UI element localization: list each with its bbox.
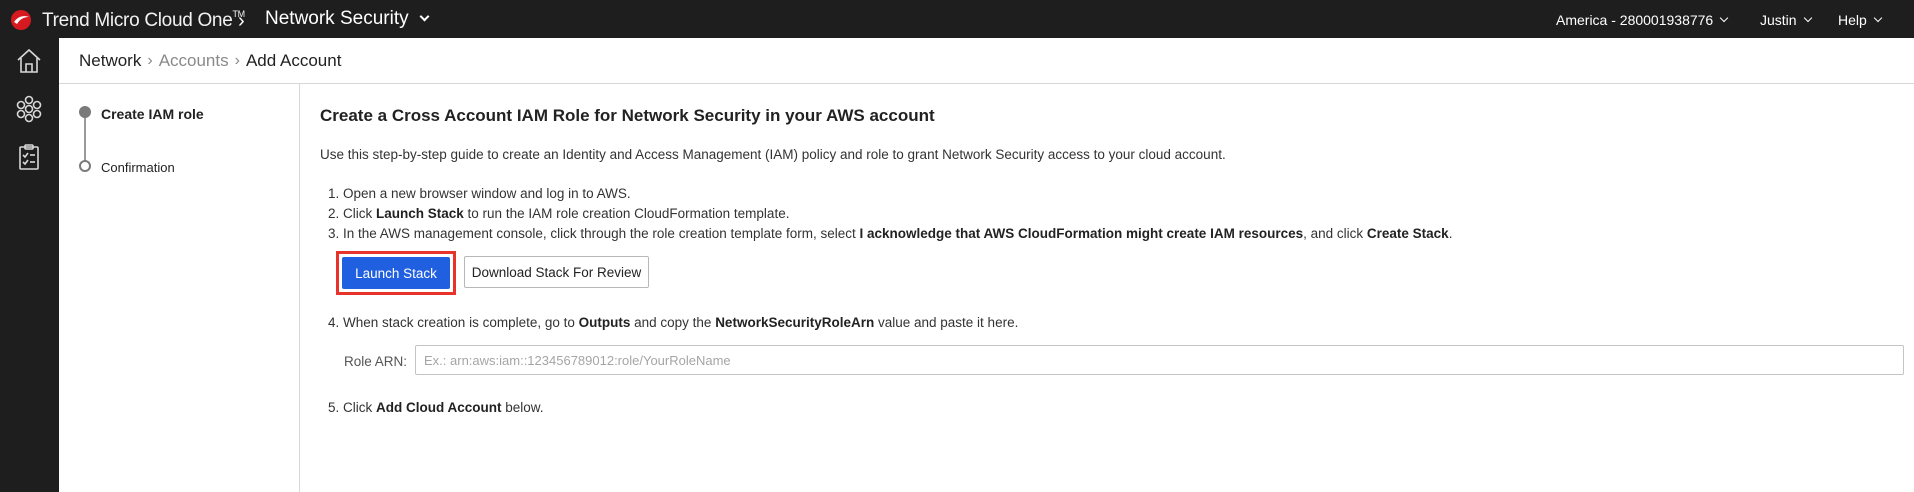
- breadcrumb-network[interactable]: Network: [79, 51, 141, 71]
- breadcrumb-separator: ›: [234, 51, 240, 69]
- step-confirmation[interactable]: Confirmation: [101, 160, 175, 175]
- chevron-down-icon: [1873, 13, 1883, 22]
- wizard-steps: Create IAM role Confirmation: [59, 84, 300, 492]
- product-switcher[interactable]: Network Security: [265, 8, 430, 30]
- step-indicator-active: [79, 106, 91, 118]
- instruction-step-5: 5. Click Add Cloud Account below.: [328, 400, 544, 415]
- checklist-icon[interactable]: [14, 142, 44, 172]
- chevron-down-icon: [419, 11, 430, 22]
- breadcrumb-accounts[interactable]: Accounts: [159, 51, 229, 71]
- chevron-down-icon: [1719, 13, 1729, 22]
- instruction-step-2: 2. Click Launch Stack to run the IAM rol…: [328, 206, 790, 221]
- breadcrumb-add-account: Add Account: [245, 50, 342, 70]
- hexagon-cluster-icon[interactable]: [14, 94, 44, 124]
- download-stack-button[interactable]: Download Stack For Review: [464, 256, 649, 288]
- brand-name[interactable]: Trend Micro Cloud OneTM: [42, 9, 245, 32]
- account-menu[interactable]: America - 280001938776: [1556, 12, 1729, 28]
- main-content: Create a Cross Account IAM Role for Netw…: [320, 84, 1914, 492]
- help-menu[interactable]: Help: [1838, 12, 1883, 28]
- step-indicator-pending: [79, 160, 91, 172]
- intro-text: Use this step-by-step guide to create an…: [320, 147, 1226, 162]
- page-title: Create a Cross Account IAM Role for Netw…: [320, 106, 935, 125]
- instruction-step-4: 4. When stack creation is complete, go t…: [328, 315, 1019, 330]
- home-icon[interactable]: [14, 46, 44, 76]
- breadcrumb: Network › Accounts › Add Account: [59, 38, 1914, 84]
- role-arn-label: Role ARN:: [344, 354, 408, 369]
- top-bar: Trend Micro Cloud OneTM › Network Securi…: [0, 0, 1914, 38]
- product-name: Network Security: [265, 8, 409, 29]
- step-connector: [84, 114, 86, 166]
- instruction-step-1: 1. Open a new browser window and log in …: [328, 186, 631, 201]
- chevron-down-icon: [1803, 13, 1812, 22]
- trend-micro-logo-icon[interactable]: [10, 9, 32, 31]
- role-arn-input[interactable]: [415, 345, 1904, 375]
- breadcrumb-separator: ›: [147, 51, 153, 69]
- instruction-step-3: 3. In the AWS management console, click …: [328, 226, 1453, 241]
- launch-stack-button[interactable]: Launch Stack: [342, 257, 450, 289]
- launch-stack-highlight: Launch Stack: [336, 251, 456, 295]
- user-menu[interactable]: Justin: [1760, 12, 1812, 28]
- step-create-iam-role[interactable]: Create IAM role: [101, 106, 204, 122]
- chevron-right-icon: ›: [238, 10, 245, 32]
- left-nav-rail: [0, 38, 59, 492]
